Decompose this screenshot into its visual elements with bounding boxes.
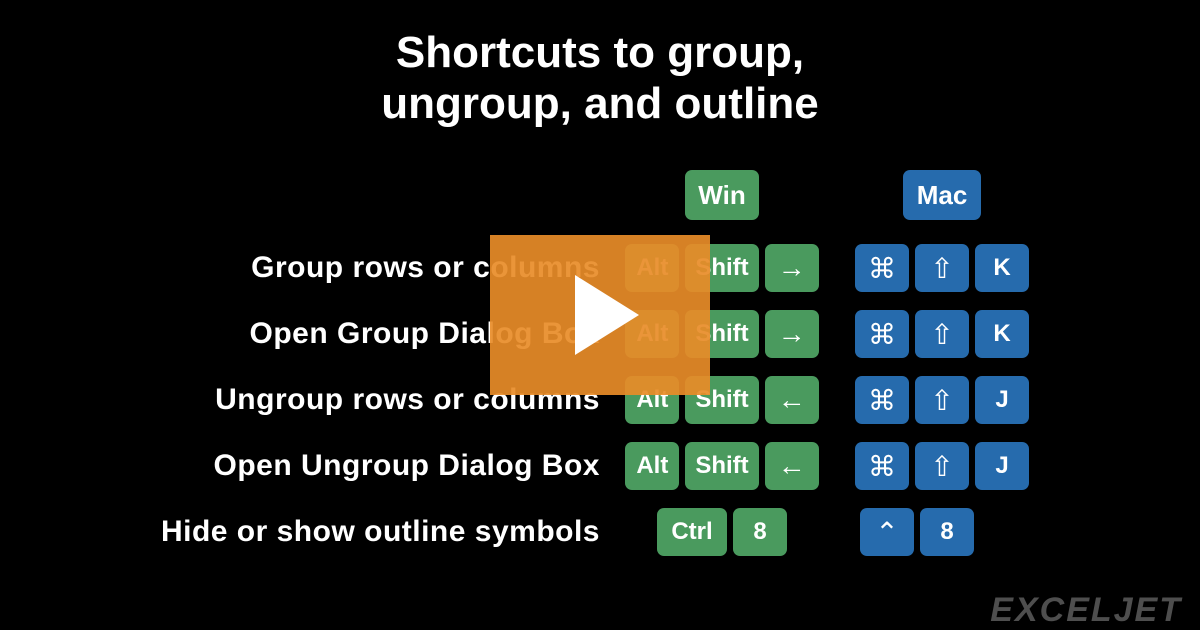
mac-header-col: Mac [832,170,1052,220]
brand-watermark: EXCELJET [990,591,1182,630]
key-8: 8 [733,508,787,556]
mac-keys: ⌘ ⇧ J [832,442,1052,490]
table-header: Win Mac [0,170,1200,220]
key-8: 8 [920,508,974,556]
title-line-1: Shortcuts to group, [0,28,1200,79]
mac-keys: ⌘ ⇧ J [832,376,1052,424]
key-k: K [975,244,1029,292]
left-arrow-icon: ← [765,376,819,424]
table-row: Hide or show outline symbols Ctrl 8 ⌃ 8 [0,508,1200,556]
command-icon: ⌘ [855,376,909,424]
win-header-badge: Win [685,170,759,220]
control-icon: ⌃ [860,508,914,556]
table-row: Open Ungroup Dialog Box Alt Shift ← ⌘ ⇧ … [0,442,1200,490]
mac-header-badge: Mac [903,170,981,220]
key-ctrl: Ctrl [657,508,727,556]
key-k: K [975,310,1029,358]
right-arrow-icon: → [765,244,819,292]
shift-icon: ⇧ [915,442,969,490]
shift-icon: ⇧ [915,244,969,292]
play-icon [575,275,639,355]
key-j: J [975,376,1029,424]
key-shift: Shift [685,442,758,490]
shift-icon: ⇧ [915,310,969,358]
key-j: J [975,442,1029,490]
play-button[interactable] [490,235,710,395]
win-keys: Alt Shift ← [612,442,832,490]
right-arrow-icon: → [765,310,819,358]
row-label: Hide or show outline symbols [0,515,612,549]
title-line-2: ungroup, and outline [0,79,1200,130]
command-icon: ⌘ [855,244,909,292]
win-keys: Ctrl 8 [612,508,832,556]
command-icon: ⌘ [855,310,909,358]
row-label: Open Ungroup Dialog Box [0,449,612,483]
mac-keys: ⌃ 8 [832,508,1080,556]
win-header-col: Win [612,170,832,220]
header-spacer [0,170,612,220]
mac-keys: ⌘ ⇧ K [832,310,1052,358]
left-arrow-icon: ← [765,442,819,490]
slide-title: Shortcuts to group, ungroup, and outline [0,0,1200,129]
mac-keys: ⌘ ⇧ K [832,244,1052,292]
shift-icon: ⇧ [915,376,969,424]
command-icon: ⌘ [855,442,909,490]
key-alt: Alt [625,442,679,490]
